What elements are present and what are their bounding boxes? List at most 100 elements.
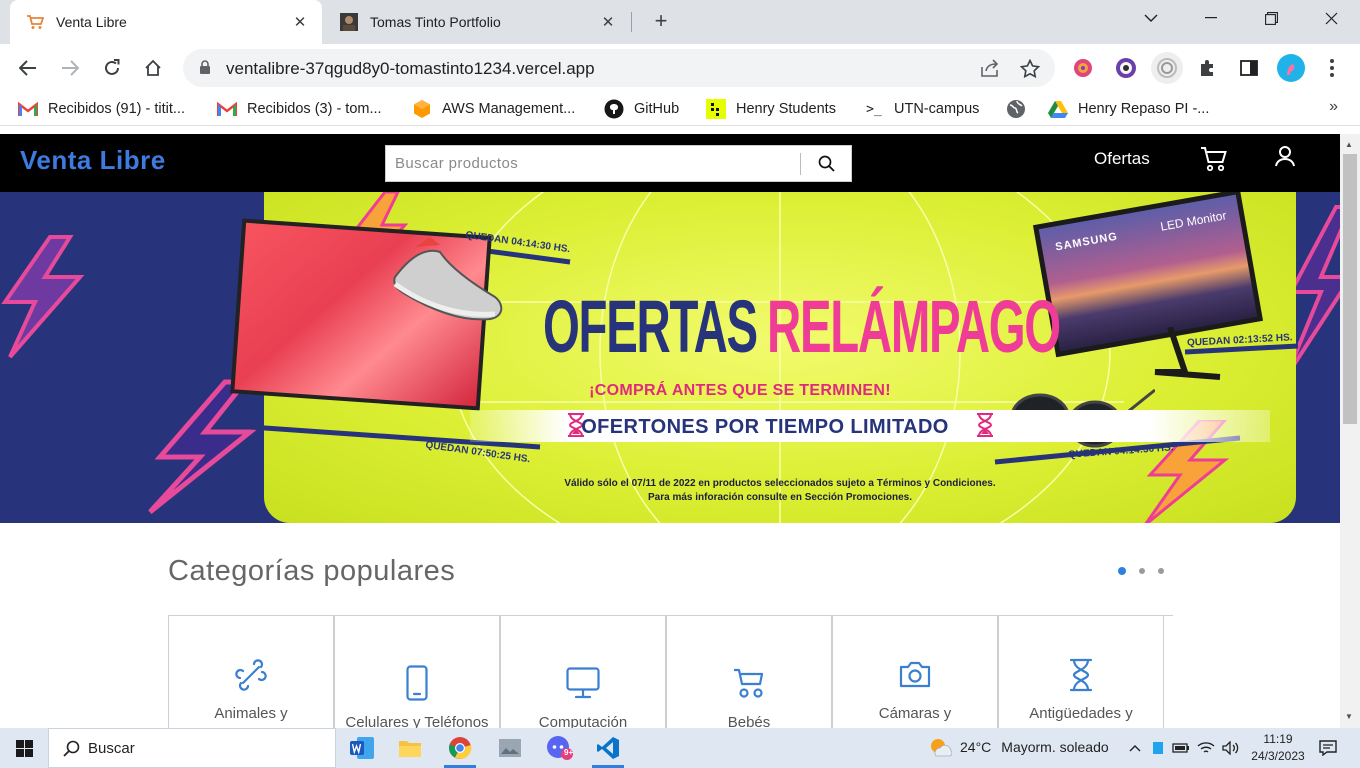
carousel-dot[interactable] (1118, 567, 1126, 575)
google-drive-icon (1048, 99, 1068, 119)
category-card[interactable]: Antigüedades y (998, 616, 1164, 728)
home-icon[interactable] (139, 54, 167, 82)
taskbar-word[interactable] (338, 728, 386, 768)
bookmarks-overflow-icon[interactable]: » (1329, 98, 1338, 116)
weather-widget[interactable]: 24°C Mayorm. soleado (928, 736, 1109, 758)
windows-taskbar: Buscar 9+ 24°C Mayorm. soleado 11:19 24/ (0, 728, 1360, 768)
restore-button[interactable] (1242, 0, 1300, 36)
category-label: Antigüedades y (1029, 705, 1133, 722)
taskbar-file-explorer[interactable] (386, 728, 434, 768)
taskbar-search[interactable]: Buscar (48, 728, 336, 768)
bookmark-label: Henry Students (736, 101, 836, 117)
bookmark-henry-students[interactable]: Henry Students (706, 98, 836, 120)
taskbar-chrome[interactable] (436, 728, 484, 768)
forward-arrow-icon[interactable] (56, 54, 84, 82)
lightning-bolt-icon (1, 235, 85, 359)
wifi-icon[interactable] (1195, 728, 1217, 768)
back-arrow-icon[interactable] (14, 54, 42, 82)
extensions-puzzle-icon[interactable] (1195, 55, 1221, 81)
new-tab-button[interactable]: + (648, 9, 674, 35)
side-panel-icon[interactable] (1236, 55, 1262, 81)
category-card[interactable]: Cámaras y (832, 616, 998, 728)
category-card[interactable]: Bebés (666, 616, 832, 728)
chevron-up-icon[interactable] (1124, 728, 1146, 768)
taskbar-vscode[interactable] (584, 728, 632, 768)
search-icon (63, 740, 80, 757)
github-icon (604, 99, 624, 119)
weather-description: Mayorm. soleado (1001, 739, 1109, 755)
close-window-button[interactable] (1302, 0, 1360, 36)
taskbar-image-viewer[interactable] (486, 728, 534, 768)
category-label: Cámaras y (878, 705, 952, 722)
bookmark-gmail-1[interactable]: Recibidos (91) - titit... (18, 98, 185, 120)
reload-icon[interactable] (98, 54, 126, 82)
scroll-up-arrow-icon[interactable]: ▲ (1345, 140, 1353, 149)
banner-strip-text: OFERTONES POR TIEMPO LIMITADO (581, 416, 949, 438)
carousel-dot[interactable] (1158, 568, 1164, 574)
browser-tab-strip: Venta Libre ✕ Tomas Tinto Portfolio ✕ + (0, 0, 1360, 44)
close-tab-icon[interactable]: ✕ (598, 12, 618, 32)
system-clock[interactable]: 11:19 24/3/2023 (1248, 731, 1308, 765)
hourglass-icon (999, 658, 1163, 692)
bookmark-label: Recibidos (3) - tom... (247, 101, 382, 117)
extension-target-icon[interactable] (1151, 52, 1183, 84)
product-search (385, 145, 852, 182)
tab-portfolio[interactable]: Tomas Tinto Portfolio ✕ (324, 0, 630, 44)
scrollbar-thumb[interactable] (1343, 154, 1357, 424)
bookmark-utn-campus[interactable]: >_ UTN-campus (864, 98, 979, 120)
camera-icon (833, 660, 997, 688)
minimize-button[interactable] (1182, 0, 1240, 36)
site-logo[interactable]: Venta Libre (20, 145, 166, 176)
tab-search-chevron-icon[interactable] (1122, 0, 1180, 36)
scroll-down-arrow-icon[interactable]: ▼ (1345, 712, 1353, 721)
cart-button[interactable] (1200, 146, 1228, 177)
windows-start-button[interactable] (0, 728, 48, 768)
carousel-dot[interactable] (1139, 568, 1145, 574)
site-navbar: Venta Libre Ofertas (0, 134, 1340, 192)
category-card[interactable]: Celulares y Teléfonos (334, 616, 500, 728)
nav-ofertas-link[interactable]: Ofertas (1094, 149, 1150, 169)
tab-venta-libre[interactable]: Venta Libre ✕ (10, 0, 322, 44)
account-button[interactable] (1273, 144, 1297, 175)
bookmark-aws[interactable]: AWS Management... (412, 98, 575, 120)
banner-fine-print-1: Válido sólo el 07/11 de 2022 en producto… (564, 478, 996, 489)
promo-banner[interactable]: SAMSUNG LED Monitor OFERTAS RELÁMPAGO ¡CO… (0, 192, 1340, 523)
search-input[interactable] (386, 146, 800, 181)
address-bar[interactable]: ventalibre-37qgud8y0-tomastinto1234.verc… (183, 49, 1055, 87)
bookmark-star-icon[interactable] (1019, 57, 1041, 79)
bookmark-henry-repaso[interactable]: Henry Repaso PI -... (1048, 98, 1209, 120)
tray-app-icon[interactable] (1148, 728, 1168, 768)
bookmark-github[interactable]: GitHub (604, 98, 679, 120)
page-scrollbar[interactable]: ▲ ▼ (1340, 134, 1360, 728)
extension-camera-icon[interactable] (1113, 55, 1139, 81)
henry-icon (706, 99, 726, 119)
bookmark-label: AWS Management... (442, 101, 576, 117)
search-button[interactable] (801, 146, 851, 181)
lock-icon[interactable] (199, 60, 211, 80)
category-card[interactable]: Computación (500, 616, 666, 728)
url-text[interactable]: ventalibre-37qgud8y0-tomastinto1234.verc… (226, 59, 595, 79)
bookmark-globe[interactable] (1006, 98, 1036, 120)
category-label: Animales y (214, 705, 288, 722)
close-tab-icon[interactable]: ✕ (290, 12, 310, 32)
vscode-icon (597, 737, 619, 759)
tab-title: Venta Libre (56, 14, 127, 30)
volume-icon[interactable] (1219, 728, 1243, 768)
profile-avatar[interactable] (1277, 54, 1305, 82)
utn-icon: >_ (866, 101, 882, 117)
bookmark-label: UTN-campus (894, 101, 980, 117)
partly-sunny-icon (931, 739, 952, 757)
category-card[interactable]: Animales y (168, 616, 334, 728)
windows-logo-icon (15, 739, 33, 757)
extension-flower-icon[interactable] (1070, 55, 1096, 81)
battery-icon[interactable] (1170, 728, 1192, 768)
notifications-icon[interactable] (1312, 728, 1344, 768)
bone-icon (169, 658, 333, 692)
globe-icon (1006, 99, 1026, 119)
share-icon[interactable] (979, 57, 1001, 79)
banner-subline: ¡COMPRÁ ANTES QUE SE TERMINEN! (589, 382, 891, 399)
bookmark-label: Recibidos (91) - titit... (48, 101, 185, 117)
more-options-icon[interactable] (1319, 55, 1345, 81)
taskbar-discord[interactable]: 9+ (536, 728, 584, 768)
bookmark-gmail-2[interactable]: Recibidos (3) - tom... (217, 98, 382, 120)
